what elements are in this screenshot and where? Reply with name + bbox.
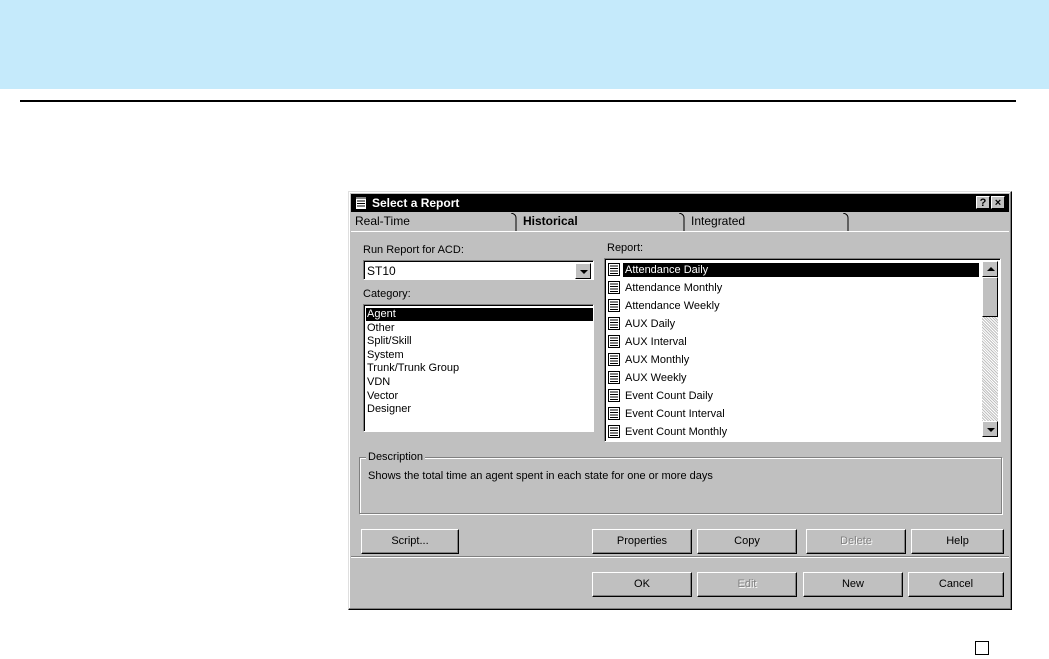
description-legend: Description [366,451,426,463]
edit-button[interactable]: Edit [697,572,797,597]
report-icon [608,281,620,294]
scroll-up-button[interactable] [982,261,998,277]
cancel-button[interactable]: Cancel [908,572,1004,597]
help-button[interactable]: Help [911,529,1004,554]
edit-button-label: Edit [737,578,757,590]
report-icon [608,407,620,420]
category-item-other[interactable]: Other [366,322,593,335]
report-item-label: Event Count Monthly [625,426,728,438]
category-item-split-skill[interactable]: Split/Skill [366,335,593,348]
category-item-designer[interactable]: Designer [366,403,593,416]
report-item[interactable]: AUX Monthly [607,351,975,369]
acd-value: ST10 [367,264,396,278]
tab-divider [511,213,517,231]
report-item-label: Attendance Weekly [625,300,720,312]
category-item-trunk-group[interactable]: Trunk/Trunk Group [366,362,593,375]
category-item-agent[interactable]: Agent [366,308,593,321]
report-item[interactable]: AUX Weekly [607,369,975,387]
report-item[interactable]: Attendance Monthly [607,279,975,297]
help-title-button[interactable]: ? [976,196,990,209]
dialog-title: Select a Report [372,196,460,210]
report-item-label: AUX Daily [625,318,676,330]
category-item-system[interactable]: System [366,349,593,362]
report-icon [608,389,620,402]
tab-real-time[interactable]: Real-Time [351,213,513,231]
copy-button[interactable]: Copy [697,529,797,554]
description-group: Description Shows the total time an agen… [359,451,1002,514]
report-item-label: AUX Monthly [625,354,690,366]
report-item-label: AUX Weekly [625,372,687,384]
scroll-thumb[interactable] [982,277,998,317]
delete-button-label: Delete [840,535,872,547]
report-item-label: Event Count Daily [625,390,714,402]
header-rule [20,100,1016,102]
chevron-up-icon [987,267,995,271]
script-button-label: Script... [391,535,429,547]
report-icon [608,299,620,312]
report-item-label: AUX Interval [625,336,687,348]
chevron-down-icon [987,428,995,432]
report-icon [608,371,620,384]
report-item-label: Attendance Daily [623,263,979,277]
close-button[interactable]: × [991,196,1005,209]
acd-combobox[interactable]: ST10 [363,260,594,280]
report-document-icon [355,196,367,210]
new-button-label: New [841,578,864,590]
ok-button[interactable]: OK [592,572,692,597]
scroll-down-button[interactable] [982,421,998,437]
report-tabs: Real-Time Historical Integrated [351,213,1009,231]
report-scrollbar[interactable] [982,261,998,437]
ok-button-label: OK [634,578,650,590]
help-button-label: Help [946,535,969,547]
corner-box [975,641,989,655]
category-item-vector[interactable]: Vector [366,390,593,403]
report-item[interactable]: Event Count Daily [607,387,975,405]
properties-button-label: Properties [616,535,668,547]
report-item-label: Event Count Interval [625,408,725,420]
select-report-dialog: Select a Report ? × Real-Time Historical… [348,191,1012,610]
tab-integrated[interactable]: Integrated [687,213,841,231]
tab-divider [679,213,685,231]
chevron-down-icon [580,270,588,274]
script-button[interactable]: Script... [361,529,459,554]
report-item[interactable]: Event Count Monthly [607,423,975,441]
category-item-vdn[interactable]: VDN [366,376,593,389]
report-item[interactable]: Attendance Daily [607,261,979,279]
description-text: Shows the total time an agent spent in e… [368,470,713,482]
delete-button[interactable]: Delete [806,529,906,554]
acd-dropdown-button[interactable] [575,263,591,279]
tab-divider [843,213,849,231]
report-icon [608,317,620,330]
report-item[interactable]: Event Count Interval [607,405,975,423]
header-band [0,0,1049,89]
report-item-label: Attendance Monthly [625,282,723,294]
report-listbox[interactable]: Attendance Daily Attendance Monthly Atte… [604,258,1001,442]
report-item[interactable]: AUX Interval [607,333,975,351]
report-icon [608,263,620,276]
historical-panel: Run Report for ACD: ST10 Category: Agent… [351,231,1009,554]
report-icon [608,353,620,366]
new-button[interactable]: New [803,572,903,597]
button-row-separator [351,556,1009,558]
properties-button[interactable]: Properties [592,529,692,554]
report-label: Report: [607,242,644,254]
copy-button-label: Copy [734,535,760,547]
report-item[interactable]: AUX Daily [607,315,975,333]
report-item[interactable]: Attendance Weekly [607,297,975,315]
report-icon [608,335,620,348]
acd-label: Run Report for ACD: [363,244,464,256]
cancel-button-label: Cancel [938,578,974,590]
title-bar[interactable]: Select a Report ? × [351,194,1009,212]
category-label: Category: [363,288,411,300]
tab-historical[interactable]: Historical [519,213,683,231]
category-listbox[interactable]: Agent Other Split/Skill System Trunk/Tru… [363,304,594,432]
report-icon [608,425,620,438]
